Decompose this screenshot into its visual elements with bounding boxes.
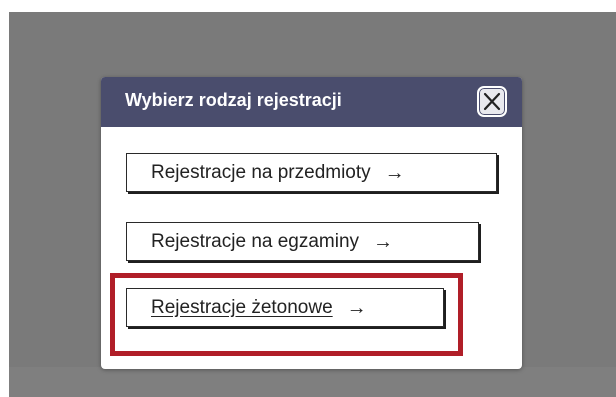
close-button[interactable] bbox=[477, 86, 507, 117]
arrow-right-icon: → bbox=[373, 230, 394, 253]
exam-registration-label: Rejestracje na egzaminy bbox=[151, 230, 360, 252]
dialog-header: Wybierz rodzaj rejestracji bbox=[101, 77, 522, 127]
dialog-title: Wybierz rodzaj rejestracji bbox=[125, 90, 342, 110]
token-registration-button[interactable]: Rejestracje żetonowe → bbox=[126, 288, 444, 327]
exam-registration-button[interactable]: Rejestracje na egzaminy → bbox=[126, 222, 479, 261]
registration-type-dialog: Wybierz rodzaj rejestracji Rejestracje n… bbox=[101, 77, 522, 369]
token-registration-label: Rejestracje żetonowe bbox=[151, 296, 333, 318]
overlay-bottom-strip bbox=[9, 367, 616, 397]
close-icon bbox=[483, 92, 501, 111]
arrow-right-icon: → bbox=[384, 161, 405, 184]
subject-registration-button[interactable]: Rejestracje na przedmioty → bbox=[126, 153, 497, 192]
subject-registration-label: Rejestracje na przedmioty bbox=[151, 161, 371, 183]
arrow-right-icon: → bbox=[346, 296, 367, 319]
